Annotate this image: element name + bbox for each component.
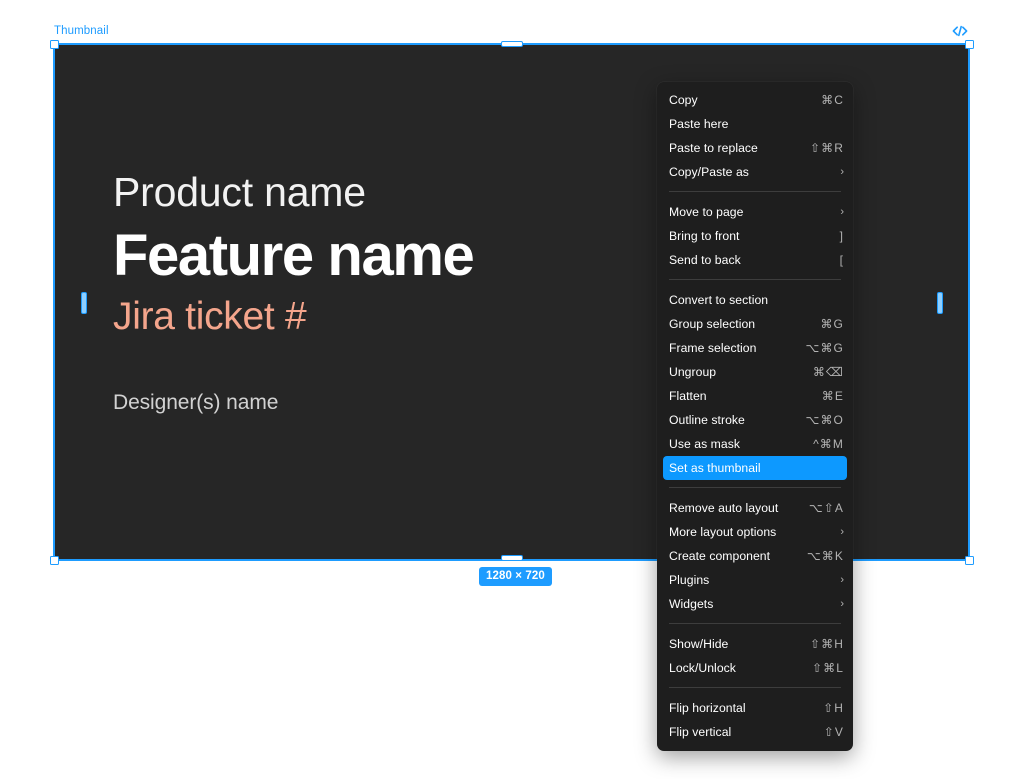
menu-item-flip-vertical[interactable]: Flip vertical ⇧V (657, 720, 853, 744)
menu-item-widgets[interactable]: Widgets › (657, 592, 853, 616)
menu-item-send-to-back[interactable]: Send to back [ (657, 248, 853, 272)
menu-item-frame-selection[interactable]: Frame selection ⌥⌘G (657, 336, 853, 360)
design-canvas[interactable]: Thumbnail Product name Feature name Jira… (0, 0, 1015, 779)
menu-item-label: Bring to front (669, 229, 740, 243)
resize-handle-middle-left[interactable] (81, 292, 87, 314)
menu-item-label: Send to back (669, 253, 741, 267)
menu-item-label: Lock/Unlock (669, 661, 736, 675)
designer-name-text: Designer(s) name (113, 391, 279, 415)
menu-separator (669, 279, 841, 280)
menu-item-label: Copy/Paste as (669, 165, 749, 179)
menu-item-shortcut: ⇧⌘H (809, 637, 844, 651)
menu-item-shortcut: ^⌘M (813, 437, 844, 451)
context-menu[interactable]: Copy ⌘C Paste here Paste to replace ⇧⌘R Copy/… (657, 82, 853, 751)
thumbnail-text-block: Product name Feature name Jira ticket # … (113, 169, 673, 415)
menu-item-paste-here[interactable]: Paste here (657, 112, 853, 136)
menu-group: Remove auto layout ⌥⇧A More layout options… (657, 496, 853, 616)
product-name-text: Product name (113, 169, 366, 215)
menu-item-shortcut: ⌥⌘K (806, 549, 844, 563)
chevron-right-icon: › (840, 597, 844, 610)
resize-handle-bottom-left[interactable] (50, 556, 59, 565)
menu-item-move-to-page[interactable]: Move to page › (657, 200, 853, 224)
jira-ticket-text: Jira ticket # (113, 294, 307, 338)
menu-item-remove-auto-layout[interactable]: Remove auto layout ⌥⇧A (657, 496, 853, 520)
menu-item-lock-unlock[interactable]: Lock/Unlock ⇧⌘L (657, 656, 853, 680)
resize-handle-top-left[interactable] (50, 40, 59, 49)
feature-name-text: Feature name (113, 222, 475, 288)
menu-item-ungroup[interactable]: Ungroup ⌘⌫ (657, 360, 853, 384)
menu-item-copy[interactable]: Copy ⌘C (657, 88, 853, 112)
selection-size-badge: 1280 × 720 (479, 567, 552, 586)
menu-separator (669, 487, 841, 488)
menu-group: Show/Hide ⇧⌘H Lock/Unlock ⇧⌘L (657, 632, 853, 680)
menu-item-group-selection[interactable]: Group selection ⌘G (657, 312, 853, 336)
menu-item-label: Ungroup (669, 365, 717, 379)
menu-item-shortcut: ⌘G (820, 317, 844, 331)
menu-item-label: Set as thumbnail (669, 461, 761, 475)
menu-item-plugins[interactable]: Plugins › (657, 568, 853, 592)
resize-handle-bottom-right[interactable] (965, 556, 974, 565)
menu-group: Convert to section Group selection ⌘G Frame… (657, 288, 853, 480)
chevron-right-icon: › (840, 205, 844, 218)
menu-item-label: Flatten (669, 389, 707, 403)
resize-handle-middle-right[interactable] (937, 292, 943, 314)
menu-item-label: Group selection (669, 317, 756, 331)
menu-separator (669, 191, 841, 192)
menu-item-label: Paste to replace (669, 141, 758, 155)
menu-item-create-component[interactable]: Create component ⌥⌘K (657, 544, 853, 568)
menu-item-label: Copy (669, 93, 698, 107)
menu-item-label: Flip horizontal (669, 701, 746, 715)
menu-item-label: Plugins (669, 573, 710, 587)
menu-item-shortcut: ⌘⌫ (812, 365, 844, 379)
menu-item-label: Remove auto layout (669, 501, 779, 515)
resize-handle-top-center[interactable] (501, 41, 523, 47)
resize-handle-bottom-center[interactable] (501, 555, 523, 561)
menu-group: Copy ⌘C Paste here Paste to replace ⇧⌘R Copy/… (657, 88, 853, 184)
menu-item-bring-to-front[interactable]: Bring to front] (657, 224, 853, 248)
menu-item-shortcut: ⌘E (821, 389, 844, 403)
menu-item-label: Frame selection (669, 341, 757, 355)
menu-item-label: Convert to section (669, 293, 769, 307)
menu-item-shortcut: ⌘C (821, 93, 844, 107)
menu-item-label: Widgets (669, 597, 714, 611)
menu-item-label: Create component (669, 549, 771, 563)
menu-item-convert-to-section[interactable]: Convert to section (657, 288, 853, 312)
menu-item-use-as-mask[interactable]: Use as mask ^⌘M (657, 432, 853, 456)
menu-item-show-hide[interactable]: Show/Hide ⇧⌘H (657, 632, 853, 656)
menu-separator (669, 687, 841, 688)
menu-item-label: Use as mask (669, 437, 740, 451)
resize-handle-top-right[interactable] (965, 40, 974, 49)
menu-item-label: Outline stroke (669, 413, 745, 427)
menu-item-shortcut: ⇧V (823, 725, 844, 739)
menu-item-flatten[interactable]: Flatten ⌘E (657, 384, 853, 408)
menu-item-shortcut: ⌥⌘O (805, 413, 844, 427)
menu-item-paste-to-replace[interactable]: Paste to replace ⇧⌘R (657, 136, 853, 160)
menu-item-shortcut: ] (839, 229, 844, 243)
menu-item-shortcut: [ (839, 253, 844, 267)
menu-item-label: Flip vertical (669, 725, 732, 739)
chevron-right-icon: › (840, 573, 844, 586)
menu-group: Move to page › Bring to front] Send to back… (657, 200, 853, 272)
menu-item-shortcut: ⌥⇧A (808, 501, 844, 515)
menu-item-shortcut: ⇧⌘L (811, 661, 844, 675)
chevron-right-icon: › (840, 165, 844, 178)
code-icon[interactable] (951, 24, 969, 38)
menu-separator (669, 623, 841, 624)
menu-item-shortcut: ⇧H (823, 701, 844, 715)
menu-item-label: Show/Hide (669, 637, 729, 651)
menu-item-label: More layout options (669, 525, 777, 539)
menu-item-label: Move to page (669, 205, 744, 219)
menu-item-flip-horizontal[interactable]: Flip horizontal ⇧H (657, 696, 853, 720)
menu-item-outline-stroke[interactable]: Outline stroke ⌥⌘O (657, 408, 853, 432)
menu-item-more-layout-options[interactable]: More layout options › (657, 520, 853, 544)
frame-name-label[interactable]: Thumbnail (54, 24, 109, 38)
chevron-right-icon: › (840, 525, 844, 538)
menu-item-set-as-thumbnail[interactable]: Set as thumbnail (663, 456, 847, 480)
menu-item-shortcut: ⌥⌘G (805, 341, 844, 355)
menu-item-shortcut: ⇧⌘R (809, 141, 844, 155)
menu-item-label: Paste here (669, 117, 729, 131)
menu-group: Flip horizontal ⇧H Flip vertical ⇧V (657, 696, 853, 744)
menu-item-copy-paste-as[interactable]: Copy/Paste as › (657, 160, 853, 184)
